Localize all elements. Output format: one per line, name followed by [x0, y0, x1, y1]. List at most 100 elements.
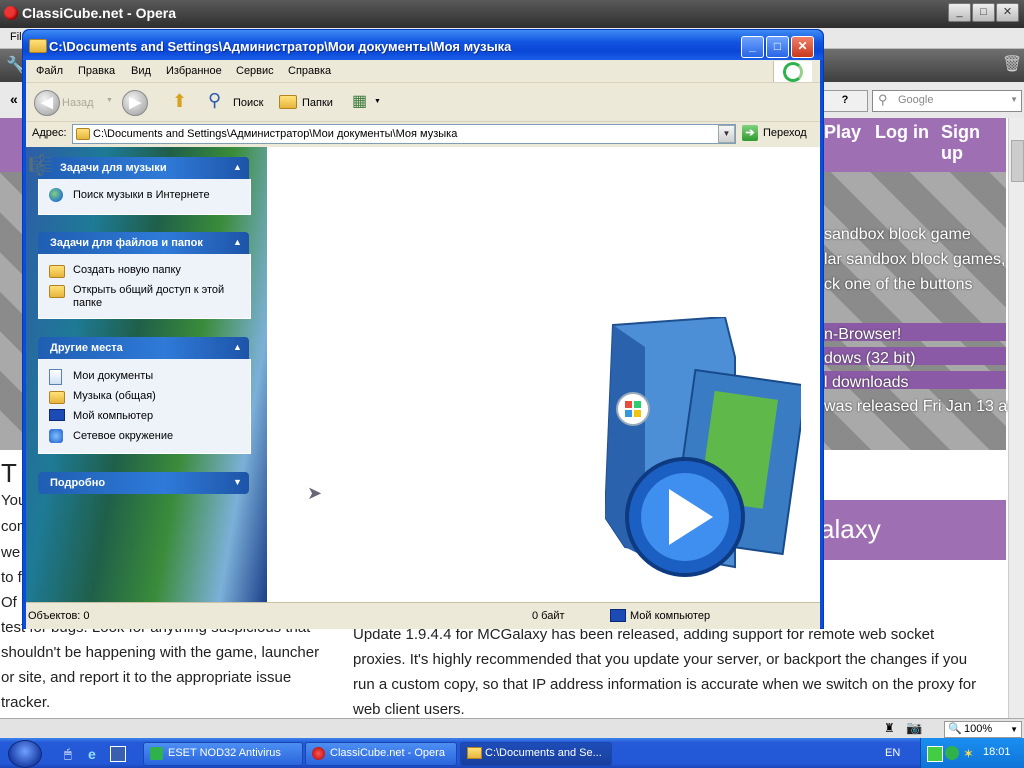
menu-edit[interactable]: Правка: [78, 65, 115, 77]
computer-icon: [49, 409, 65, 421]
opera-icon: [312, 747, 325, 760]
back-button-label[interactable]: Назад: [62, 97, 94, 109]
other-places-header[interactable]: Другие места ▲: [38, 337, 249, 359]
address-input[interactable]: C:\Documents and Settings\Администратор\…: [72, 124, 736, 144]
language-indicator[interactable]: EN: [885, 747, 900, 759]
expand-down-icon[interactable]: ▼: [232, 477, 243, 488]
opera-search-input[interactable]: ⚲ Google ▼: [872, 90, 1022, 112]
folder-icon: [29, 39, 47, 53]
chevron-down-icon[interactable]: ▼: [374, 98, 381, 105]
left-text-line: tracker.: [1, 694, 51, 711]
turbo-icon[interactable]: ♜: [884, 721, 895, 735]
nav-play-link[interactable]: Play: [824, 122, 861, 143]
taskbar-button-opera[interactable]: ClassiCube.net - Opera: [305, 742, 457, 766]
start-button[interactable]: [8, 740, 42, 768]
folders-icon[interactable]: [279, 95, 297, 109]
task-pane: 🎼 Задачи для музыки ▲ Поиск музыки в Инт…: [26, 147, 267, 602]
taskbar-button-explorer[interactable]: C:\Documents and Se...: [460, 742, 612, 766]
chevron-down-icon[interactable]: ▼: [1010, 725, 1018, 734]
views-icon[interactable]: ▦: [352, 91, 367, 111]
hero-link[interactable]: n-Browser!: [824, 326, 901, 344]
network-icon: [49, 429, 63, 443]
ie-icon[interactable]: e: [88, 746, 102, 762]
trash-icon[interactable]: 🗑: [1002, 54, 1022, 74]
explorer-maximize-button[interactable]: □: [766, 36, 789, 58]
share-folder-icon: [49, 285, 65, 298]
opera-icon: [4, 6, 18, 20]
address-dropdown-button[interactable]: ▼: [718, 125, 735, 143]
chevron-down-icon[interactable]: ▼: [1010, 95, 1018, 104]
menu-file[interactable]: Файл: [36, 65, 63, 77]
windows-logo: [773, 61, 812, 82]
computer-icon: [610, 609, 626, 622]
status-object-count: Объектов: 0: [28, 610, 90, 622]
explorer-toolbar: ◀ Назад ▼ ▶ ⬆ ⚲ Поиск Папки ▦ ▼: [26, 83, 820, 122]
up-folder-icon[interactable]: ⬆: [172, 91, 187, 112]
show-desktop-icon[interactable]: 🖱: [64, 746, 78, 761]
tools-tray-icon[interactable]: ✶: [963, 746, 977, 761]
folder-content-area[interactable]: ➤: [267, 147, 820, 602]
back-arrow-icon[interactable]: ◀: [34, 90, 60, 116]
explorer-menu-bar: Файл Правка Вид Избранное Сервис Справка: [26, 60, 820, 83]
opera-menu-file[interactable]: Fil: [10, 31, 22, 43]
folders-button-label[interactable]: Папки: [302, 97, 333, 109]
opera-maximize-button[interactable]: □: [972, 3, 995, 22]
opera-title-bar[interactable]: ClassiCube.net - Opera _ □ ✕: [0, 0, 1024, 28]
go-arrow-icon[interactable]: ➔: [742, 125, 758, 141]
music-tasks-header[interactable]: 🎼 Задачи для музыки ▲: [28, 155, 249, 179]
taskbar-button-eset[interactable]: ESET NOD32 Antivirus: [143, 742, 303, 766]
menu-view[interactable]: Вид: [131, 65, 151, 77]
rewind-icon[interactable]: «: [10, 91, 18, 107]
explorer-window: C:\Documents and Settings\Администратор\…: [22, 29, 824, 629]
explorer-title-bar[interactable]: C:\Documents and Settings\Администратор\…: [23, 30, 823, 60]
clock[interactable]: 18:01: [983, 746, 1011, 758]
other-places-body: Мои документы Музыка (общая) Мой компьют…: [38, 359, 251, 454]
news-text-line: run a custom copy, so that IP address in…: [353, 676, 977, 693]
opera-status-bar: ♜ 📷 🔍 100% ▼: [0, 718, 1024, 739]
go-button-label[interactable]: Переход: [763, 127, 807, 139]
status-size: 0 байт: [532, 610, 565, 622]
globe-icon: [49, 188, 63, 202]
menu-help[interactable]: Справка: [288, 65, 331, 77]
left-text-line: shouldn't be happening with the game, la…: [1, 644, 320, 661]
explorer-minimize-button[interactable]: _: [741, 36, 764, 58]
collapse-up-icon[interactable]: ▲: [232, 162, 243, 173]
news-text-line: web client users.: [353, 701, 465, 718]
folder-icon: [76, 128, 90, 140]
search-button-label[interactable]: Поиск: [233, 97, 263, 109]
scrollbar-thumb[interactable]: [1011, 140, 1024, 182]
forward-arrow-icon[interactable]: ▶: [122, 90, 148, 116]
music-folder-icon: [49, 391, 65, 404]
collapse-up-icon[interactable]: ▲: [232, 342, 243, 353]
hero-line: was released Fri Jan 13 at: [824, 398, 1008, 415]
left-text-line: or site, and report it to the appropriat…: [1, 669, 292, 686]
network-tray-icon[interactable]: [927, 746, 943, 762]
search-icon[interactable]: ⚲: [208, 90, 221, 111]
opera-minimize-button[interactable]: _: [948, 3, 971, 22]
explorer-window-title: C:\Documents and Settings\Администратор\…: [49, 39, 512, 54]
hero-link[interactable]: dows (32 bit): [824, 350, 916, 368]
explorer-close-button[interactable]: ✕: [791, 36, 814, 58]
file-tasks-header[interactable]: Задачи для файлов и папок ▲: [38, 232, 249, 254]
nav-login-link[interactable]: Log in: [875, 122, 929, 143]
menu-favorites[interactable]: Избранное: [166, 65, 222, 77]
opera-close-button[interactable]: ✕: [996, 3, 1019, 22]
eset-tray-icon[interactable]: [945, 746, 959, 760]
page-scrollbar[interactable]: [1008, 118, 1024, 718]
nav-signup-link[interactable]: Sign up: [941, 122, 1006, 164]
status-location: Мой компьютер: [630, 610, 711, 622]
left-text-line: to f: [1, 569, 22, 586]
details-header[interactable]: Подробно ▼: [38, 472, 249, 494]
opera-help-button[interactable]: ?: [822, 90, 868, 112]
media-player-icon[interactable]: [110, 746, 126, 762]
zoom-control[interactable]: 🔍 100% ▼: [944, 721, 1022, 738]
hero-link[interactable]: l downloads: [824, 374, 909, 392]
chevron-down-icon[interactable]: ▼: [106, 97, 113, 104]
menu-tools[interactable]: Сервис: [236, 65, 274, 77]
collapse-up-icon[interactable]: ▲: [232, 237, 243, 248]
explorer-body: Файл Правка Вид Избранное Сервис Справка…: [26, 60, 820, 629]
hero-line: sandbox block game: [824, 226, 971, 243]
camera-icon[interactable]: 📷: [906, 720, 922, 736]
taskbar: 🖱 e ESET NOD32 Antivirus ClassiCube.net …: [0, 738, 1024, 768]
address-label: Адрес:: [32, 127, 67, 139]
